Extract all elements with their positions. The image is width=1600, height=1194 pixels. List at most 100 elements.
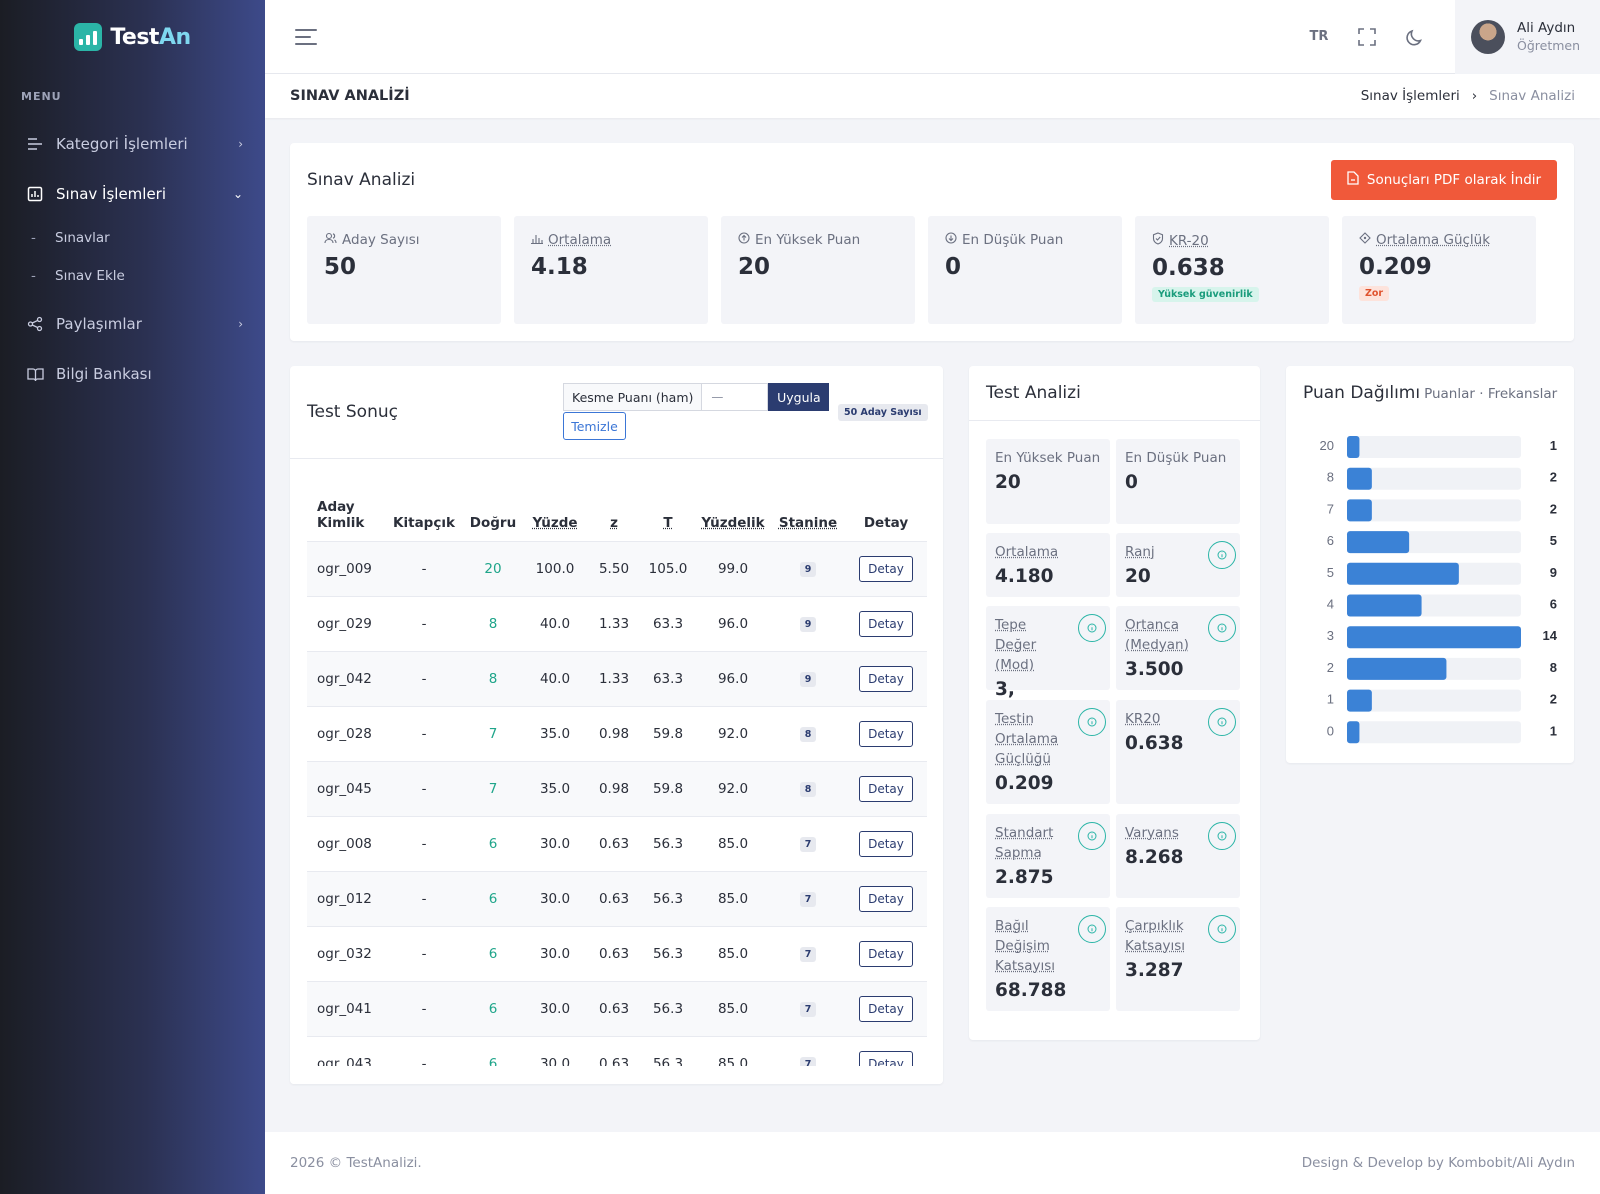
z-cell: 0.63	[587, 925, 641, 981]
candidate-id-cell: ogr_029	[307, 595, 385, 651]
column-header[interactable]: Stanine	[771, 481, 845, 541]
analysis-value: 3.500	[1125, 659, 1184, 680]
percent-cell: 30.0	[523, 980, 587, 1036]
dash-icon: -	[31, 230, 36, 246]
breadcrumb-parent[interactable]: Sınav İşlemleri	[1361, 88, 1460, 104]
info-icon[interactable]	[1208, 708, 1236, 736]
document-chart-icon	[26, 185, 44, 203]
detail-button[interactable]: Detay	[859, 720, 913, 747]
sidebar-item-sinav[interactable]: Sınav İşlemleri ⌄	[0, 169, 265, 219]
fullscreen-icon[interactable]	[1343, 0, 1391, 74]
column-header[interactable]: T	[641, 481, 695, 541]
z-cell: 0.98	[587, 705, 641, 761]
info-icon[interactable]	[1078, 614, 1106, 642]
language-switcher[interactable]: TR	[1295, 0, 1343, 74]
t-cell: 56.3	[641, 925, 695, 981]
booklet-cell: -	[385, 705, 463, 761]
download-pdf-button[interactable]: Sonuçları PDF olarak İndir	[1331, 160, 1557, 200]
info-icon[interactable]	[1078, 822, 1106, 850]
analysis-value: 4.180	[995, 566, 1054, 587]
sidebar-subitem-sinavlar[interactable]: - Sınavlar	[0, 219, 265, 257]
chevron-right-icon: ›	[1471, 88, 1478, 104]
percentile-cell: 85.0	[695, 925, 771, 981]
detail-button[interactable]: Detay	[859, 555, 913, 582]
column-header[interactable]: z	[587, 481, 641, 541]
info-icon[interactable]	[1208, 614, 1236, 642]
sidebar: TestAn MENU Kategori İşlemleri › Sınav İ…	[0, 0, 265, 1194]
percent-cell: 35.0	[523, 705, 587, 761]
analysis-item: Tepe Değer (Mod) 3,	[986, 606, 1110, 700]
stanine-badge: 8	[799, 782, 817, 797]
bar[interactable]	[1347, 562, 1459, 585]
bar[interactable]	[1347, 626, 1521, 649]
detail-button[interactable]: Detay	[859, 775, 913, 802]
chart-logo-icon	[74, 23, 103, 51]
sidebar-item-paylasimlar[interactable]: Paylaşımlar ›	[0, 299, 265, 349]
download-pdf-label: Sonuçları PDF olarak İndir	[1366, 172, 1542, 188]
bar[interactable]	[1347, 467, 1372, 490]
category-label: 1	[1327, 692, 1334, 707]
column-header[interactable]: Yüzde	[523, 481, 587, 541]
column-header[interactable]: Doğru	[463, 481, 523, 541]
hamburger-menu-icon[interactable]	[295, 28, 317, 45]
table-row: ogr_042-8 40.0 1.33 63.3 96.0 9 Detay	[307, 650, 927, 706]
column-header[interactable]: Kitapçık	[385, 481, 463, 541]
column-header[interactable]: Yüzdelik	[695, 481, 771, 541]
cutoff-filter: Kesme Puanı (ham) — Uygula	[563, 383, 830, 411]
candidate-id-cell: ogr_041	[307, 980, 385, 1036]
detail-button[interactable]: Detay	[859, 940, 913, 967]
detail-button[interactable]: Detay	[859, 610, 913, 637]
user-menu[interactable]: Ali Aydın Öğretmen	[1455, 0, 1600, 74]
column-header[interactable]: Aday Kimlik	[307, 481, 385, 541]
info-icon[interactable]	[1208, 541, 1236, 569]
candidate-id-cell: ogr_042	[307, 650, 385, 706]
bar[interactable]	[1347, 657, 1447, 680]
candidate-id-cell: ogr_032	[307, 925, 385, 981]
value-label: 2	[1550, 470, 1557, 485]
bar[interactable]	[1347, 594, 1422, 617]
detail-button[interactable]: Detay	[859, 830, 913, 857]
sidebar-item-bilgi-bankasi[interactable]: Bilgi Bankası	[0, 349, 265, 399]
sidebar-item-kategori[interactable]: Kategori İşlemleri ›	[0, 119, 265, 169]
detail-button[interactable]: Detay	[859, 665, 913, 692]
bar[interactable]	[1347, 721, 1360, 744]
detail-cell: Detay	[845, 870, 927, 926]
info-icon[interactable]	[1078, 915, 1106, 943]
stat-ortalama-gucluk: Ortalama Güçlük 0.209 Zor	[1342, 216, 1536, 324]
sidebar-subitem-sinav-ekle[interactable]: - Sınav Ekle	[0, 257, 265, 295]
info-icon[interactable]	[1208, 915, 1236, 943]
percentile-cell: 96.0	[695, 650, 771, 706]
stanine-badge: 7	[799, 837, 817, 852]
booklet-cell: -	[385, 870, 463, 926]
analysis-item: Çarpıklık Katsayısı 3.287	[1116, 907, 1240, 1011]
bar[interactable]	[1347, 531, 1410, 554]
t-cell: 59.8	[641, 705, 695, 761]
candidate-id-cell: ogr_008	[307, 815, 385, 871]
detail-button[interactable]: Detay	[859, 885, 913, 912]
stanine-badge: 9	[799, 562, 817, 577]
brand-logo[interactable]: TestAn	[0, 0, 265, 74]
candidate-count-badge: 50 Aday Sayısı	[838, 404, 928, 421]
sidebar-item-label: Paylaşımlar	[56, 315, 142, 333]
analysis-item: Bağıl Değişim Katsayısı 68.788	[986, 907, 1110, 1011]
apply-button[interactable]: Uygula	[768, 383, 830, 411]
correct-cell: 6	[463, 925, 523, 981]
distribution-chart: 20 18 27 26 55 94 63 142 81 20 1	[1320, 436, 1558, 744]
table-row: ogr_009-20 100.0 5.50 105.0 99.0 9 Detay	[307, 540, 927, 596]
breadcrumb: Sınav İşlemleri › Sınav Analizi	[1361, 88, 1575, 104]
bar[interactable]	[1347, 436, 1360, 458]
info-icon[interactable]	[1078, 708, 1106, 736]
cutoff-input[interactable]: —	[702, 383, 769, 411]
footer-credit: Design & Develop by Kombobit/Ali Aydın	[1301, 1155, 1575, 1171]
distribution-subtitle: Puanlar · Frekanslar	[1424, 386, 1558, 402]
info-icon[interactable]	[1208, 822, 1236, 850]
chevron-right-icon: ›	[238, 137, 243, 151]
bar[interactable]	[1347, 499, 1372, 522]
bar[interactable]	[1347, 689, 1372, 712]
stanine-cell: 9	[771, 595, 845, 651]
clear-button[interactable]: Temizle	[563, 412, 626, 440]
shield-check-icon	[1152, 232, 1164, 249]
detail-button[interactable]: Detay	[859, 995, 913, 1022]
moon-icon[interactable]	[1391, 0, 1439, 74]
table-row: ogr_028-7 35.0 0.98 59.8 92.0 8 Detay	[307, 705, 927, 761]
